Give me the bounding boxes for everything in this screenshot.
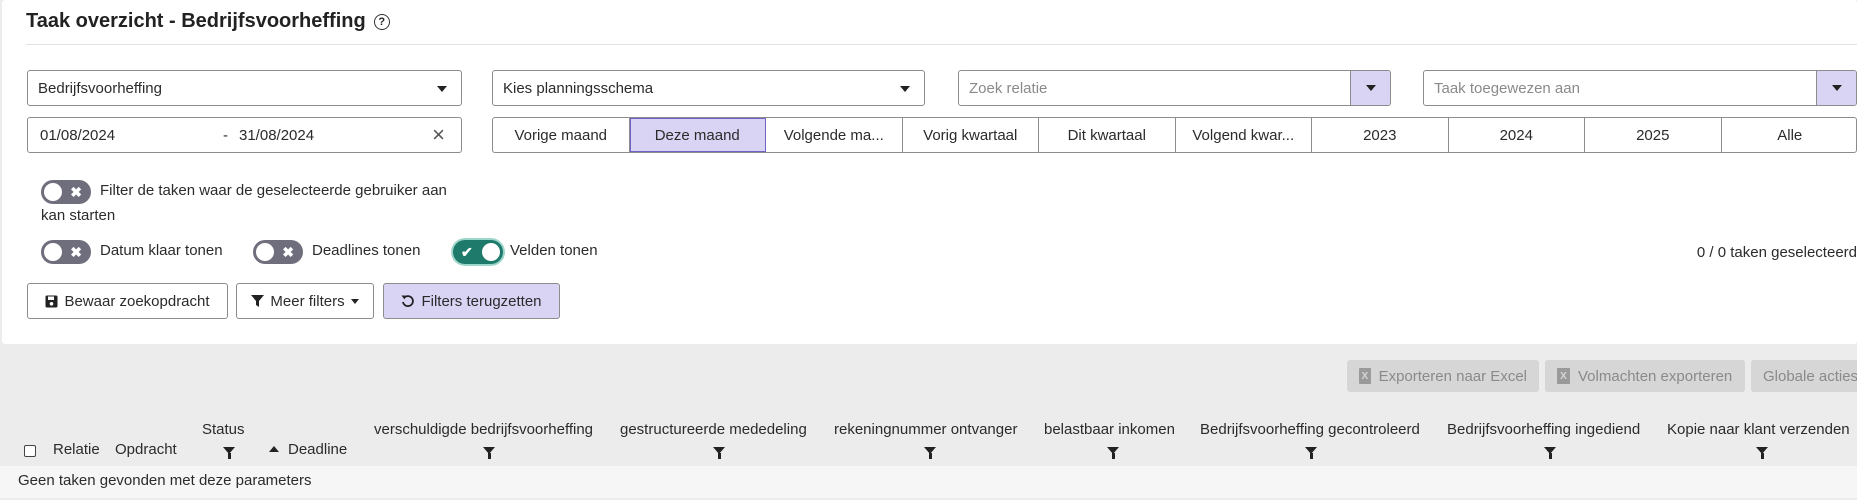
filter-icon[interactable] <box>1305 447 1317 459</box>
close-icon: ✖ <box>282 244 294 260</box>
select-all-checkbox[interactable] <box>24 445 36 457</box>
selected-count: 0 / 0 taken geselecteerd <box>1696 244 1857 261</box>
reset-filters-button[interactable]: Filters terugzetten <box>383 283 560 319</box>
filter-icon[interactable] <box>1544 447 1556 459</box>
close-icon: ✖ <box>70 244 82 260</box>
period-2024[interactable]: 2024 <box>1449 118 1585 152</box>
column-bedrijfsvoorheffing-ingediend[interactable]: Bedrijfsvoorheffing ingediend <box>1447 421 1640 438</box>
assigned-to-placeholder: Taak toegewezen aan <box>1434 79 1580 97</box>
period-next-quarter[interactable]: Volgend kwar... <box>1176 118 1312 152</box>
date-from[interactable]: 01/08/2024 <box>40 127 115 144</box>
toggle-show-deadlines-label: Deadlines tonen <box>312 242 421 259</box>
close-icon: ✖ <box>70 184 82 200</box>
relation-dropdown-button[interactable] <box>1350 71 1390 105</box>
column-kopie-naar-klant-verzenden[interactable]: Kopie naar klant verzenden <box>1667 421 1850 438</box>
column-deadline[interactable]: Deadline <box>288 441 347 458</box>
column-bedrijfsvoorheffing-gecontroleerd[interactable]: Bedrijfsvoorheffing gecontroleerd <box>1200 421 1420 438</box>
toggle-knob <box>44 183 62 201</box>
period-2025[interactable]: 2025 <box>1585 118 1722 152</box>
file-excel-icon: X <box>1557 368 1570 384</box>
file-excel-icon: X <box>1359 368 1371 384</box>
column-opdracht[interactable]: Opdracht <box>115 441 177 458</box>
relation-search-placeholder: Zoek relatie <box>969 79 1048 97</box>
task-type-value: Bedrijfsvoorheffing <box>38 79 162 97</box>
question-circle-icon[interactable]: ? <box>373 13 390 30</box>
more-filters-label: Meer filters <box>270 292 345 310</box>
filter-icon[interactable] <box>924 447 936 459</box>
export-mandates-button[interactable]: X Volmachten exporteren <box>1545 360 1745 392</box>
column-status[interactable]: Status <box>202 421 245 438</box>
floppy-disk-icon <box>45 295 58 307</box>
filter-icon[interactable] <box>223 447 235 459</box>
column-rekeningnummer-ontvanger[interactable]: rekeningnummer ontvanger <box>834 421 1017 438</box>
chevron-down-icon <box>350 298 359 304</box>
column-gestructureerde-mededeling[interactable]: gestructureerde mededeling <box>620 421 807 438</box>
filter-icon[interactable] <box>1107 447 1119 459</box>
toggle-show-done-date-label: Datum klaar tonen <box>100 242 223 259</box>
toggle-knob <box>482 243 500 261</box>
task-type-select[interactable]: Bedrijfsvoorheffing <box>27 70 462 106</box>
global-actions-label: Globale acties <box>1763 367 1857 385</box>
toggle-filter-startable-label: Filter de taken waar de geselecteerde ge… <box>100 182 447 199</box>
date-range-input[interactable]: 01/08/2024 - 31/08/2024 × <box>27 117 462 153</box>
period-previous-quarter[interactable]: Vorig kwartaal <box>903 118 1039 152</box>
column-verschuldigde-bedrijfsvoorheffing[interactable]: verschuldigde bedrijfsvoorheffing <box>374 421 593 438</box>
toggle-show-done-date[interactable]: ✖ <box>41 240 91 264</box>
filter-icon[interactable] <box>1756 447 1768 459</box>
toggle-show-deadlines[interactable]: ✖ <box>253 240 303 264</box>
more-filters-button[interactable]: Meer filters <box>236 283 374 319</box>
period-2023[interactable]: 2023 <box>1312 118 1449 152</box>
export-mandates-label: Volmachten exporteren <box>1578 367 1733 385</box>
date-to[interactable]: 31/08/2024 <box>239 127 314 144</box>
page-title-row: Taak overzicht - Bedrijfsvoorheffing ? <box>26 10 390 33</box>
title-divider <box>26 44 1857 45</box>
period-selector: Vorige maand Deze maand Volgende ma... V… <box>492 117 1857 153</box>
page-title: Taak overzicht - Bedrijfsvoorheffing <box>26 10 366 32</box>
assigned-to-dropdown-button[interactable] <box>1816 71 1856 105</box>
global-actions-button[interactable]: Globale acties <box>1751 360 1857 392</box>
toggle-knob <box>44 243 62 261</box>
export-excel-button[interactable]: X Exporteren naar Excel <box>1347 360 1539 392</box>
toggle-show-fields[interactable]: ✔ <box>453 240 503 264</box>
chevron-down-icon <box>1832 85 1842 91</box>
save-search-label: Bewaar zoekopdracht <box>64 292 210 310</box>
toggle-filter-startable-label-cont: kan starten <box>41 207 116 224</box>
relation-search-input[interactable]: Zoek relatie <box>958 70 1391 106</box>
check-icon: ✔ <box>461 244 473 260</box>
date-separator: - <box>223 127 228 144</box>
period-next-month[interactable]: Volgende ma... <box>766 118 903 152</box>
filter-icon <box>251 294 265 307</box>
filter-icon[interactable] <box>713 447 725 459</box>
chevron-down-icon <box>437 86 447 92</box>
save-search-button[interactable]: Bewaar zoekopdracht <box>27 283 228 319</box>
column-belastbaar-inkomen[interactable]: belastbaar inkomen <box>1044 421 1175 438</box>
period-this-month[interactable]: Deze maand <box>629 118 766 152</box>
toggle-filter-startable[interactable]: ✖ <box>41 180 91 204</box>
period-all[interactable]: Alle <box>1722 118 1857 152</box>
planning-schema-value: Kies planningsschema <box>503 79 654 97</box>
period-previous-month[interactable]: Vorige maand <box>493 118 630 152</box>
undo-icon <box>401 295 415 307</box>
reset-filters-label: Filters terugzetten <box>421 292 542 310</box>
chevron-down-icon <box>1366 85 1376 91</box>
toggle-show-fields-label: Velden tonen <box>510 242 598 259</box>
toggle-knob <box>256 243 274 261</box>
export-excel-label: Exporteren naar Excel <box>1378 367 1527 385</box>
filter-icon[interactable] <box>483 447 495 459</box>
period-this-quarter[interactable]: Dit kwartaal <box>1039 118 1176 152</box>
column-relatie[interactable]: Relatie <box>53 441 100 458</box>
close-icon[interactable]: × <box>432 124 445 146</box>
chevron-down-icon <box>900 86 910 92</box>
assigned-to-input[interactable]: Taak toegewezen aan <box>1423 70 1857 106</box>
sort-ascending-icon[interactable] <box>269 446 279 452</box>
planning-schema-select[interactable]: Kies planningsschema <box>492 70 925 106</box>
empty-message: Geen taken gevonden met deze parameters <box>18 472 312 489</box>
